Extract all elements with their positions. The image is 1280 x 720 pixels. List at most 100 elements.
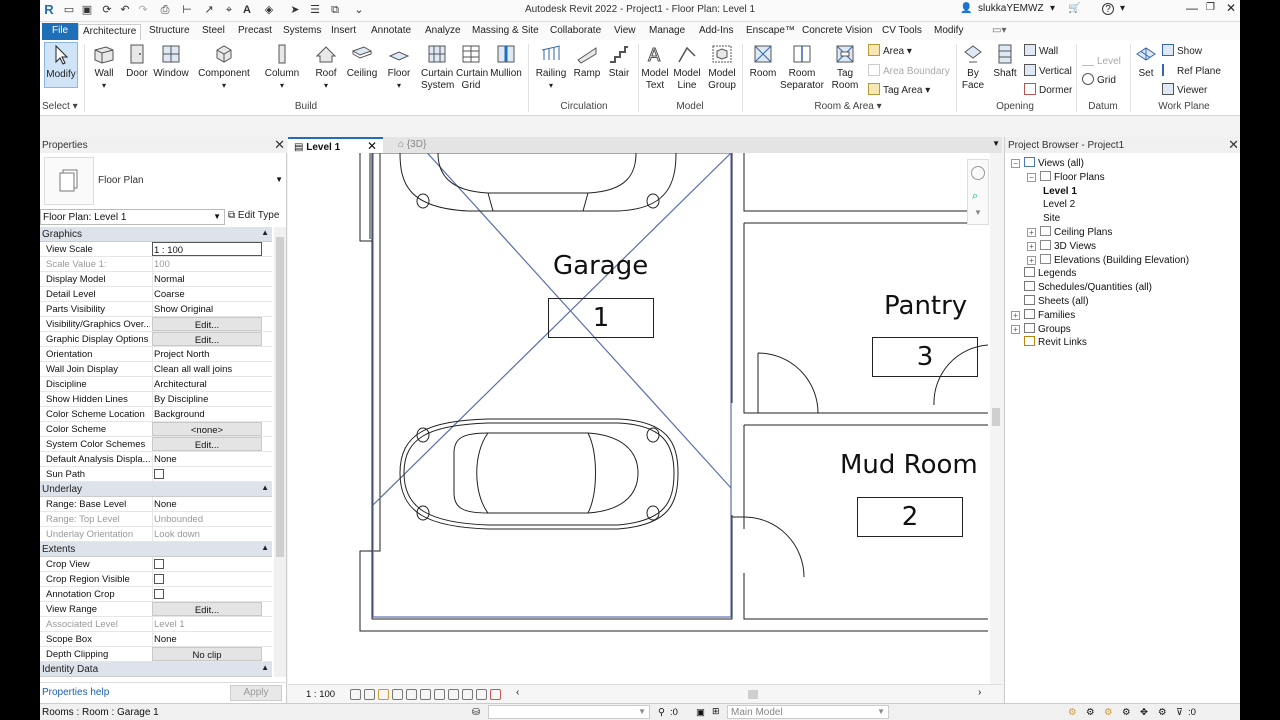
- property-value[interactable]: Architectural: [152, 377, 262, 391]
- ribbon-minimize-toggle-icon[interactable]: ▭▾: [988, 24, 1010, 40]
- curtain-system-button[interactable]: Curtain System: [418, 42, 456, 92]
- expand-toggle-icon[interactable]: −: [1011, 159, 1020, 168]
- highlight-displacement-icon[interactable]: [490, 689, 501, 700]
- reveal-hidden-icon[interactable]: [448, 689, 459, 700]
- canvas-vertical-scrollbar[interactable]: [990, 153, 1002, 684]
- worksets-icon[interactable]: ⛁: [472, 707, 480, 718]
- tab-analyze[interactable]: Analyze: [421, 24, 465, 40]
- browser-node[interactable]: Level 2: [1043, 198, 1075, 211]
- expand-toggle-icon[interactable]: −: [1027, 172, 1036, 182]
- show-work-plane-button[interactable]: Show: [1162, 44, 1202, 58]
- shaft-button[interactable]: Shaft: [990, 42, 1020, 80]
- property-value[interactable]: Coarse: [152, 287, 262, 301]
- crop-view-icon[interactable]: [406, 689, 417, 700]
- visual-style-icon[interactable]: [364, 689, 375, 700]
- instance-filter-dropdown[interactable]: Floor Plan: Level 1 ▼: [40, 209, 225, 225]
- roof-button[interactable]: Roof ▾: [312, 42, 340, 92]
- property-value[interactable]: Edit...: [152, 437, 262, 451]
- browser-node[interactable]: − Floor Plans: [1027, 170, 1105, 184]
- ramp-button[interactable]: Ramp: [572, 42, 602, 80]
- design-option-dropdown[interactable]: Main Model ▼: [727, 705, 889, 719]
- room-tag-pantry[interactable]: 3: [872, 337, 978, 377]
- tab-insert[interactable]: Insert: [327, 24, 360, 40]
- close-browser-icon[interactable]: ✕: [1228, 137, 1239, 153]
- property-value[interactable]: Project North: [152, 347, 262, 361]
- model-text-button[interactable]: A Model Text: [640, 42, 670, 92]
- expand-toggle-icon[interactable]: +: [1027, 228, 1036, 237]
- property-value[interactable]: Edit...: [152, 317, 262, 331]
- background-processes-icon[interactable]: ⚙: [1158, 707, 1167, 718]
- room-tag-mud-room[interactable]: 2: [857, 497, 963, 537]
- tab-enscape[interactable]: Enscape™: [742, 24, 799, 40]
- property-value[interactable]: Clean all wall joins: [152, 362, 262, 376]
- help-dropdown-icon[interactable]: ▾: [1120, 3, 1125, 14]
- close-properties-icon[interactable]: ✕: [274, 137, 285, 153]
- room-tag-garage[interactable]: 1: [548, 298, 654, 338]
- close-view-tab-icon[interactable]: ✕: [367, 139, 377, 153]
- zoom-icon[interactable]: ⌕: [972, 190, 978, 203]
- wall-opening-button[interactable]: Wall: [1024, 44, 1058, 58]
- properties-help-link[interactable]: Properties help: [42, 687, 109, 698]
- minimize-icon[interactable]: —: [1186, 1, 1198, 15]
- model-group-button[interactable]: Model Group: [706, 42, 738, 92]
- restore-icon[interactable]: ❐: [1206, 2, 1215, 13]
- tab-3d[interactable]: ⌂ {3D}: [392, 137, 432, 153]
- collapse-icon[interactable]: ▲: [261, 663, 269, 672]
- canvas-hscroll-thumb[interactable]: [748, 690, 758, 699]
- property-checkbox[interactable]: [154, 589, 164, 599]
- area-button[interactable]: Area ▾: [868, 44, 912, 58]
- browser-node[interactable]: Schedules/Quantities (all): [1011, 281, 1152, 294]
- ceiling-button[interactable]: Ceiling: [344, 42, 380, 80]
- close-window-icon[interactable]: ✕: [1226, 1, 1236, 15]
- floor-button[interactable]: Floor ▾: [384, 42, 414, 92]
- mullion-button[interactable]: Mullion: [488, 42, 524, 80]
- user-dropdown-icon[interactable]: ▾: [1050, 3, 1055, 14]
- room-name-pantry[interactable]: Pantry: [884, 291, 967, 321]
- tab-precast[interactable]: Precast: [234, 24, 276, 40]
- column-button[interactable]: Column ▾: [262, 42, 302, 92]
- tab-add-ins[interactable]: Add-Ins: [695, 24, 737, 40]
- model-line-button[interactable]: Model Line: [672, 42, 702, 92]
- tab-massing-site[interactable]: Massing & Site: [468, 24, 543, 40]
- properties-scroll-thumb[interactable]: [276, 237, 284, 557]
- expand-toggle-icon[interactable]: +: [1027, 255, 1036, 265]
- expand-toggle-icon[interactable]: +: [1027, 241, 1036, 251]
- browser-node[interactable]: Sheets (all): [1011, 295, 1089, 308]
- canvas-horizontal-scrollbar[interactable]: [528, 690, 988, 699]
- set-work-plane-button[interactable]: Set: [1134, 42, 1158, 80]
- active-workset-dropdown[interactable]: ▼: [488, 705, 650, 719]
- type-dropdown-icon[interactable]: ▼: [275, 175, 283, 184]
- vertical-opening-button[interactable]: Vertical: [1024, 64, 1072, 78]
- property-value[interactable]: Normal: [152, 272, 262, 286]
- door-button[interactable]: Door: [122, 42, 152, 80]
- property-value[interactable]: Edit...: [152, 602, 262, 616]
- browser-node[interactable]: + Families: [1011, 308, 1075, 322]
- browser-node[interactable]: + Elevations (Building Elevation): [1027, 253, 1189, 267]
- property-value[interactable]: No clip: [152, 647, 262, 661]
- tab-view[interactable]: View: [610, 24, 640, 40]
- properties-scrollbar[interactable]: [274, 227, 286, 677]
- room-area-dropdown[interactable]: Room & Area ▾: [748, 101, 948, 112]
- tab-cv-tools[interactable]: CV Tools: [878, 24, 926, 40]
- component-button[interactable]: Component ▾: [196, 42, 252, 92]
- property-value[interactable]: Background: [152, 407, 262, 421]
- tab-systems[interactable]: Systems: [279, 24, 325, 40]
- browser-node[interactable]: Revit Links: [1011, 336, 1087, 349]
- filter-icon[interactable]: ⊽: [1176, 707, 1183, 718]
- cart-icon[interactable]: 🛒: [1068, 3, 1080, 14]
- type-selector[interactable]: Floor Plan ▼: [42, 155, 285, 207]
- tag-room-button[interactable]: Tag Room: [830, 42, 860, 92]
- select-dropdown[interactable]: Select ▾: [42, 101, 82, 112]
- property-value[interactable]: None: [152, 452, 262, 466]
- select-underlay-icon[interactable]: ⚙: [1086, 707, 1095, 718]
- steering-wheel-icon[interactable]: [971, 166, 985, 180]
- grid-button[interactable]: Grid: [1082, 73, 1116, 87]
- nav-dropdown-icon[interactable]: ▼: [974, 208, 982, 217]
- room-button[interactable]: Room: [748, 42, 778, 80]
- drawing-canvas[interactable]: Garage 1 Pantry 3 Mud Room 2 ⌕ ▼: [288, 153, 1002, 684]
- tag-area-button[interactable]: Tag Area ▾: [868, 83, 930, 97]
- expand-toggle-icon[interactable]: +: [1011, 324, 1020, 334]
- tab-collaborate[interactable]: Collaborate: [546, 24, 605, 40]
- property-section-header[interactable]: Identity Data ▲: [40, 662, 272, 677]
- tab-architecture[interactable]: Architecture: [78, 24, 142, 40]
